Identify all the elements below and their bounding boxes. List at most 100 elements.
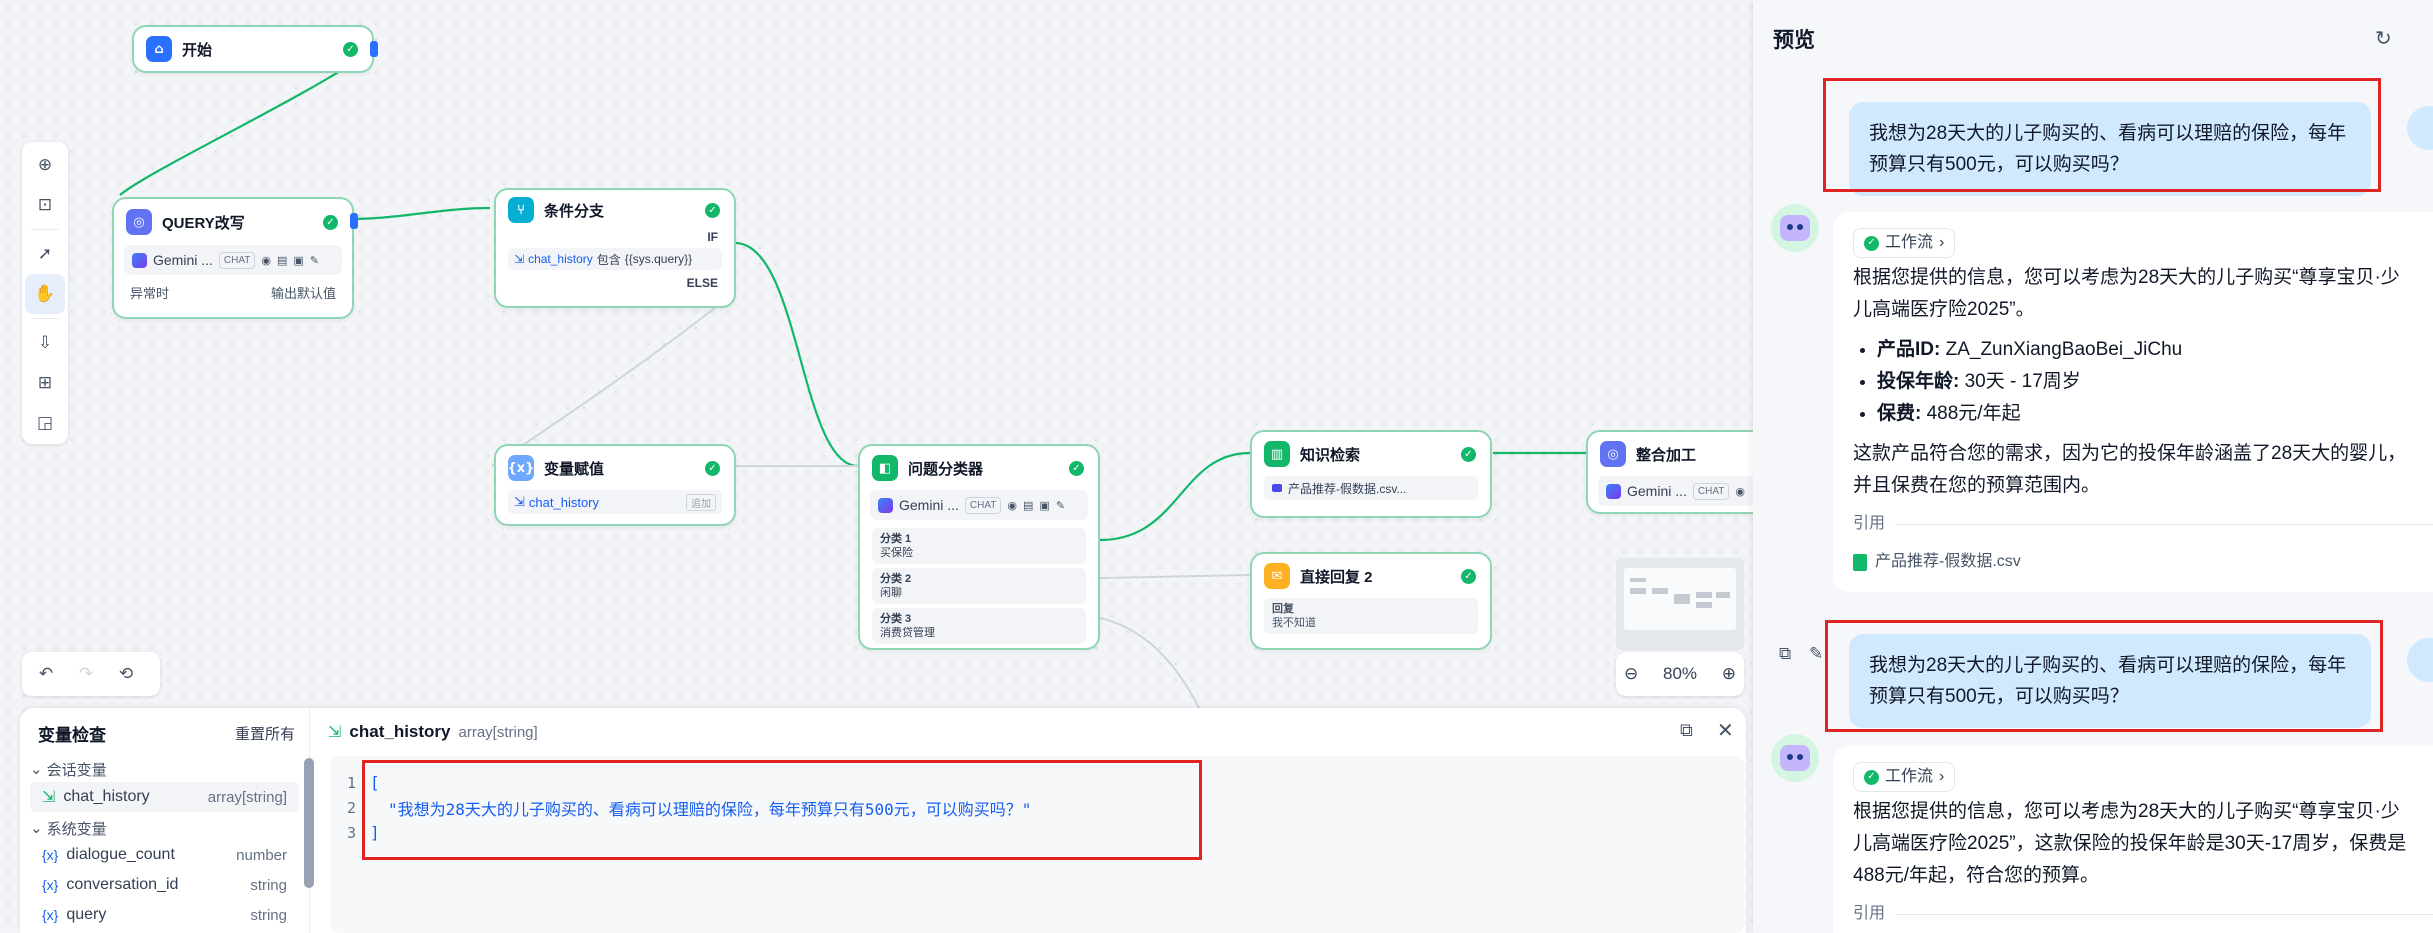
model-selector[interactable]: Gemini ... CHAT ◉ ▤ ▣ ✎ <box>870 490 1088 520</box>
category-item: 分类 3 消费贷管理 <box>872 608 1086 644</box>
answer-conclusion: 这款产品符合您的需求，因为它的投保年龄涵盖了28天大的婴儿，并且保费在您的预算范… <box>1853 443 2407 496</box>
output-handle[interactable] <box>370 41 378 57</box>
default-output-label: 输出默认值 <box>270 286 336 301</box>
node-title: 整合加工 <box>1636 446 1697 464</box>
condition-operator: 包含 <box>596 252 621 267</box>
answer-bullet: 产品ID: ZA_ZunXiangBaoBei_JiChu <box>1877 334 2433 366</box>
success-icon: ✓ <box>1461 568 1476 584</box>
csv-file-icon <box>1853 553 1867 571</box>
citation-label: 引用 <box>1853 905 1886 922</box>
gemini-icon <box>878 497 893 513</box>
folder-icon <box>1272 484 1282 492</box>
add-note-icon[interactable]: ⊡ <box>25 185 65 225</box>
conversation-variables-group[interactable]: ⌄ 会话变量 <box>20 758 309 780</box>
doc-icon: ▤ <box>1023 498 1034 512</box>
add-node-icon[interactable]: ⊕ <box>25 145 65 185</box>
condition-variable: chat_history <box>528 252 593 266</box>
node-title: 直接回复 2 <box>1300 568 1373 586</box>
sys-variable-icon: {x} <box>42 877 59 893</box>
edge-classifier-knowledge <box>1099 451 1251 542</box>
chevron-right-icon: › <box>1939 768 1945 785</box>
variable-assign-icon: {x} <box>508 455 534 481</box>
branch-icon: ⑂ <box>508 197 534 223</box>
restart-icon[interactable]: ↻ <box>2375 26 2392 50</box>
export-icon[interactable]: ⇩ <box>25 323 65 363</box>
node-knowledge[interactable]: ▥ 知识检索 ✓ 产品推荐-假数据.csv... <box>1250 430 1492 518</box>
category-item: 分类 2 闲聊 <box>872 568 1086 604</box>
canvas-toolbar: ⊕ ⊡ ➚ ✋ ⇩ ⊞ ◲ <box>22 142 68 444</box>
node-title: 问题分类器 <box>908 460 984 478</box>
undo-icon[interactable]: ↶ <box>26 654 66 694</box>
preview-panel: 预览 ↻ 我想为28天大的儿子购买的、看病可以理赔的保险，每年预算只有500元，… <box>1753 0 2433 933</box>
edge-classifier-more <box>1099 617 1201 711</box>
highlight-box <box>1823 78 2381 192</box>
minimap-toggle-icon[interactable]: ◲ <box>25 403 65 443</box>
system-variables-group[interactable]: ⌄ 系统变量 <box>20 816 309 840</box>
zoom-value[interactable]: 80% <box>1663 664 1697 684</box>
node-condition[interactable]: ⑂ 条件分支 ✓ IF ⇲ chat_history 包含 {{sys.quer… <box>494 188 736 308</box>
organize-icon[interactable]: ⊞ <box>25 363 65 403</box>
model-name: Gemini ... <box>899 497 959 513</box>
chat-badge: CHAT <box>218 251 256 269</box>
reset-all-button[interactable]: 重置所有 <box>235 723 295 744</box>
category-item: 分类 1 买保险 <box>872 528 1086 564</box>
chevron-right-icon: › <box>1939 234 1945 251</box>
model-selector[interactable]: Gemini ... CHAT ◉ ▤ ▣ ✎ <box>124 245 342 275</box>
variable-icon: ⇲ <box>514 252 525 266</box>
llm-icon: ◎ <box>126 209 152 235</box>
node-classifier[interactable]: ◧ 问题分类器 ✓ Gemini ... CHAT ◉ ▤ ▣ ✎ 分类 1 买保… <box>858 444 1100 650</box>
hand-icon[interactable]: ✋ <box>25 274 65 314</box>
condition-value: {{sys.query}} <box>624 252 693 266</box>
node-assign[interactable]: {x} 变量赋值 ✓ ⇲ chat_history 追加 <box>494 444 736 526</box>
doc-icon: ▤ <box>277 253 288 267</box>
answer-intro: 根据您提供的信息，您可以考虑为28天大的儿子购买“尊享宝贝·少儿高端医疗险202… <box>1853 267 2400 320</box>
panel-title: 变量检查 <box>38 725 106 745</box>
close-icon[interactable]: ✕ <box>1717 718 1734 742</box>
copy-icon[interactable]: ⧉ <box>1779 644 1791 664</box>
node-reply[interactable]: ✉ 直接回复 2 ✓ 回复 我不知道 <box>1250 552 1492 650</box>
copy-icon[interactable]: ⧉ <box>1680 720 1693 741</box>
zoom-in-icon[interactable]: ⊕ <box>1722 664 1736 684</box>
if-label: IF <box>707 230 718 244</box>
node-integrate[interactable]: ◎ 整合加工 Gemini ... CHAT ◉ <box>1586 430 1760 514</box>
edit-icon[interactable]: ✎ <box>1809 644 1823 664</box>
variable-row-query[interactable]: {x} query string <box>30 900 299 930</box>
variable-row-dialogue-count[interactable]: {x} dialogue_count number <box>30 840 299 870</box>
redo-icon[interactable]: ↷ <box>66 654 106 694</box>
image-icon: ▣ <box>1039 498 1050 512</box>
scrollbar[interactable] <box>304 758 314 888</box>
model-selector[interactable]: Gemini ... CHAT ◉ <box>1598 476 1760 506</box>
eye-icon: ◉ <box>1007 498 1017 512</box>
edge-else-assign <box>491 291 736 467</box>
edge-condition-classifier <box>734 241 859 468</box>
success-icon: ✓ <box>1864 235 1879 251</box>
node-query-rewrite[interactable]: ◎ QUERY改写 ✓ Gemini ... CHAT ◉ ▤ ▣ ✎ 异常时 … <box>112 197 358 319</box>
eye-icon: ◉ <box>261 253 271 267</box>
workflow-toggle[interactable]: ✓ 工作流 › <box>1853 762 1956 792</box>
image-icon: ▣ <box>293 253 304 267</box>
variable-row-chat-history[interactable]: ⇲ chat_history array[string] <box>30 782 299 812</box>
tool-icon: ✎ <box>309 253 320 267</box>
history-icon[interactable]: ⟲ <box>106 654 146 694</box>
workflow-toggle[interactable]: ✓ 工作流 › <box>1853 228 1956 258</box>
output-handle[interactable] <box>350 213 358 229</box>
success-icon: ✓ <box>1864 769 1879 785</box>
citation-file[interactable]: 产品推荐-假数据.csv <box>1853 546 2433 578</box>
user-avatar <box>2407 638 2433 682</box>
gemini-icon <box>132 252 147 268</box>
node-start[interactable]: ⌂ 开始 ✓ <box>132 25 378 73</box>
minimap[interactable] <box>1616 558 1744 650</box>
variable-row-conversation-id[interactable]: {x} conversation_id string <box>30 870 299 900</box>
zoom-control: ⊖ 80% ⊕ <box>1616 652 1744 696</box>
selected-variable-type: array[string] <box>458 723 538 741</box>
node-title: 开始 <box>182 41 213 59</box>
variable-inspector-panel: 变量检查 重置所有 ⌄ 会话变量 ⇲ chat_history array[str… <box>20 708 1746 933</box>
zoom-out-icon[interactable]: ⊖ <box>1624 664 1638 684</box>
success-icon: ✓ <box>343 41 358 57</box>
model-name: Gemini ... <box>153 252 213 268</box>
classifier-icon: ◧ <box>872 455 898 481</box>
append-tag: 追加 <box>686 493 716 511</box>
tool-icon: ✎ <box>1055 498 1066 512</box>
pointer-icon[interactable]: ➚ <box>25 234 65 274</box>
chevron-down-icon: ⌄ <box>30 820 43 837</box>
